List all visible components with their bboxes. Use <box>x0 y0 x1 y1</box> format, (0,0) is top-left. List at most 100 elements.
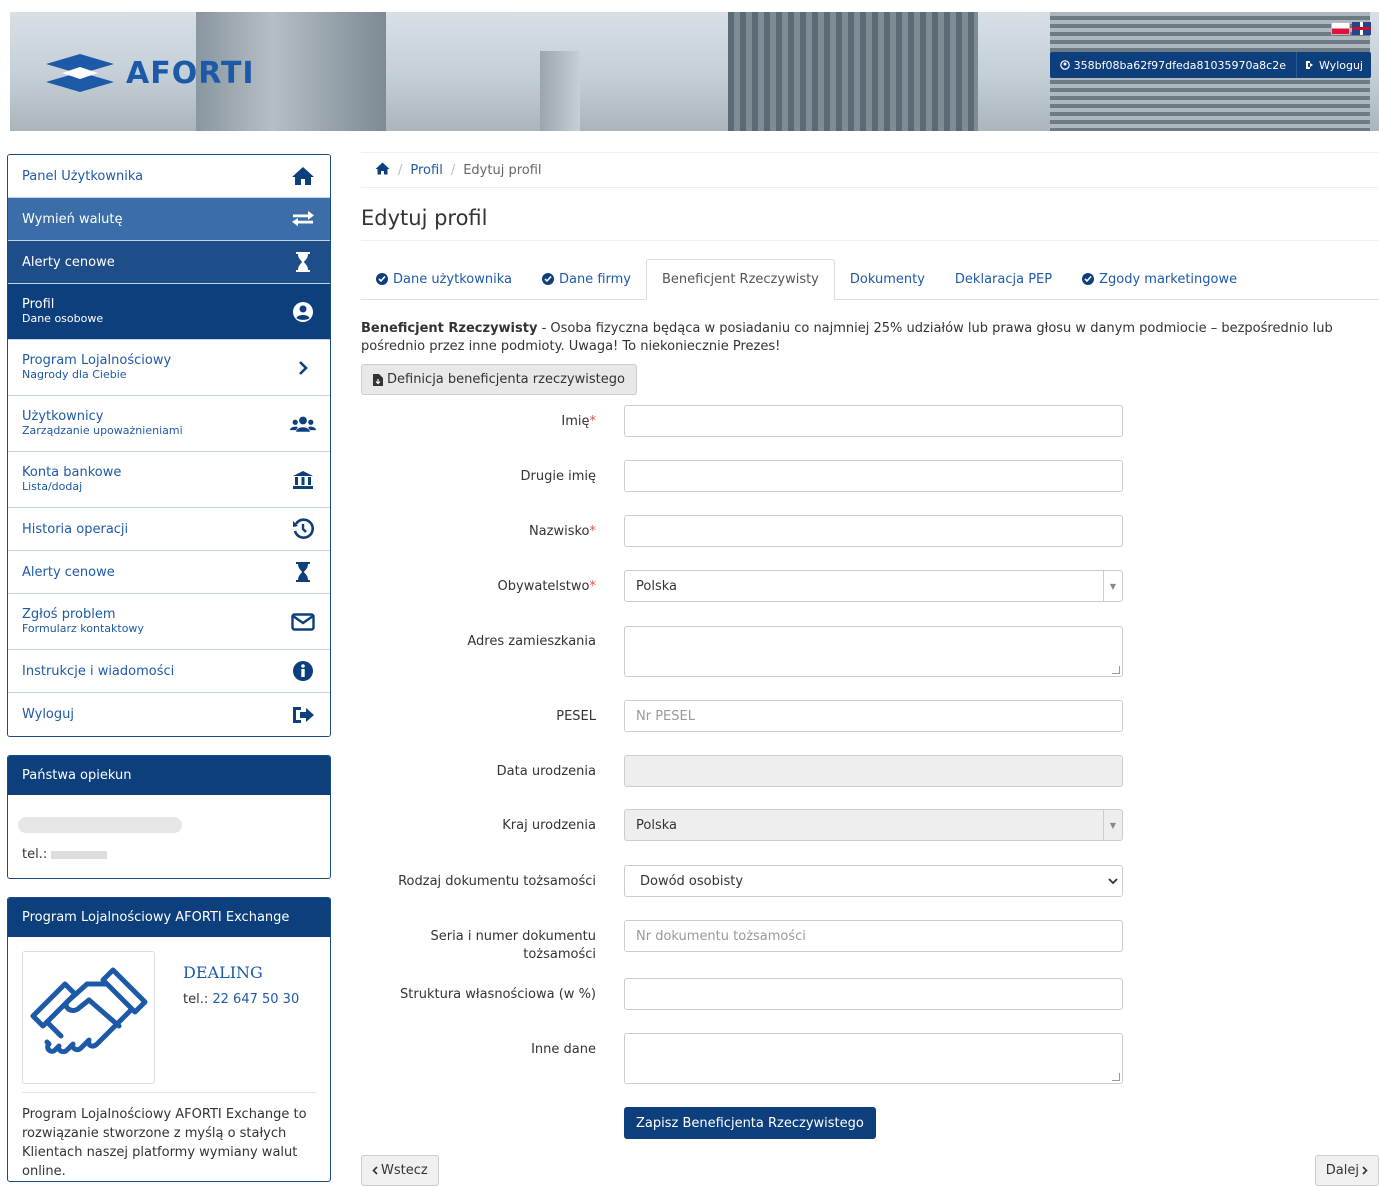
doc-number-input[interactable]: Nr dokumentu tożsamości <box>624 920 1123 952</box>
flag-uk-icon[interactable] <box>1352 22 1371 35</box>
sidebar-item-alerts[interactable]: Alerty cenowe <box>8 241 330 284</box>
tab-label: Beneficjent Rzeczywisty <box>661 272 819 287</box>
chevron-left-icon <box>372 1166 378 1175</box>
logo[interactable]: AFORTI <box>44 52 255 94</box>
breadcrumb-current: Edytuj profil <box>463 162 542 178</box>
pesel-input[interactable]: Nr PESEL <box>624 700 1123 732</box>
history-icon <box>290 518 316 540</box>
doc-type-select[interactable]: Dowód osobisty <box>624 865 1123 897</box>
flag-pl-icon[interactable] <box>1331 22 1350 35</box>
next-button[interactable]: Dalej <box>1314 1155 1379 1186</box>
sidebar-item-panel[interactable]: Panel Użytkownika <box>8 155 330 198</box>
back-button-label: Wstecz <box>381 1163 428 1178</box>
guardian-title: Państwa opiekun <box>8 756 330 795</box>
definition-button-label: Definicja beneficjenta rzeczywistego <box>387 372 625 387</box>
bank-icon <box>290 470 316 490</box>
sidebar-item-report-problem[interactable]: Zgłoś problem Formularz kontaktowy <box>8 594 330 650</box>
tab-label: Dokumenty <box>849 271 925 287</box>
tab-marketing-consents[interactable]: Zgody marketingowe <box>1067 259 1252 299</box>
guardian-tel-redacted <box>51 850 108 859</box>
tab-company-data[interactable]: Dane firmy <box>527 259 646 299</box>
ownership-label: Struktura własnościowa (w %) <box>400 987 596 1002</box>
breadcrumb-profile[interactable]: Profil <box>410 163 442 178</box>
hourglass-icon <box>290 561 316 583</box>
doc-number-label: Seria i numer dokumentu tożsamości <box>430 929 596 962</box>
loyalty-panel: Program Lojalnościowy AFORTI Exchange DE… <box>7 897 331 1182</box>
profile-tabs: Dane użytkownika Dane firmy Beneficjent … <box>361 259 1379 300</box>
dealing-tel-label: tel.: <box>183 992 209 1007</box>
resize-grip-icon[interactable] <box>1112 1073 1120 1081</box>
users-icon <box>290 414 316 434</box>
home-icon[interactable] <box>375 162 390 179</box>
sidebar-item-sublabel: Formularz kontaktowy <box>22 622 144 635</box>
ownership-input[interactable] <box>624 978 1123 1010</box>
birth-country-value: Polska <box>636 817 677 833</box>
sidebar-item-label: Wyloguj <box>22 707 74 722</box>
definition-button[interactable]: Definicja beneficjenta rzeczywistego <box>361 364 637 395</box>
user-id-link[interactable]: 358bf08ba62f97dfeda81035970a8c2e <box>1050 59 1296 72</box>
tab-label: Dane użytkownika <box>393 271 512 287</box>
beneficial-owner-description: Beneficjent Rzeczywisty - Osoba fizyczna… <box>361 320 1379 356</box>
resize-grip-icon[interactable] <box>1112 666 1120 674</box>
sidebar-item-instructions[interactable]: Instrukcje i wiadomości <box>8 650 330 693</box>
sidebar-item-history[interactable]: Historia operacji <box>8 508 330 551</box>
dealing-tel-link[interactable]: 22 647 50 30 <box>212 992 299 1007</box>
address-textarea[interactable] <box>624 626 1123 677</box>
user-circle-icon <box>290 301 316 323</box>
sidebar-item-logout[interactable]: Wyloguj <box>8 693 330 736</box>
sidebar-item-exchange[interactable]: Wymień walutę <box>8 198 330 241</box>
logout-link[interactable]: Wyloguj <box>1296 52 1371 78</box>
logout-label: Wyloguj <box>1319 58 1363 72</box>
language-switcher <box>1331 22 1371 35</box>
tab-user-data[interactable]: Dane użytkownika <box>361 259 527 299</box>
sidebar-item-label: Alerty cenowe <box>22 564 115 580</box>
sidebar-item-sublabel: Lista/dodaj <box>22 480 83 493</box>
tab-pep-declaration[interactable]: Deklaracja PEP <box>940 259 1067 299</box>
header-banner: AFORTI 358bf08ba62f97dfeda81035970a8c2e … <box>10 12 1379 131</box>
breadcrumb-separator: / <box>450 162 456 178</box>
sidebar-item-label: Historia operacji <box>22 521 129 537</box>
guardian-name-redacted <box>18 817 182 833</box>
main-content: / Profil / Edytuj profil Edytuj profil D… <box>361 152 1379 1186</box>
description-term: Beneficjent Rzeczywisty <box>361 321 538 336</box>
sidebar-item-profile[interactable]: Profil Dane osobowe <box>8 284 330 340</box>
required-mark: * <box>589 414 597 429</box>
sidebar-item-bank-accounts[interactable]: Konta bankowe Lista/dodaj <box>8 452 330 508</box>
chevron-down-icon <box>1108 878 1118 885</box>
sidebar-item-loyalty[interactable]: Program Lojalnościowy Nagrody dla Ciebie <box>8 340 330 396</box>
citizenship-label: Obywatelstwo* <box>497 579 596 594</box>
back-button[interactable]: Wstecz <box>361 1155 439 1186</box>
breadcrumb: / Profil / Edytuj profil <box>361 152 1379 188</box>
sidebar-item-label: Profil <box>22 297 55 312</box>
file-download-icon <box>373 373 383 386</box>
breadcrumb-separator: / <box>398 162 403 178</box>
other-textarea[interactable] <box>624 1033 1123 1084</box>
sidebar-item-alerts-2[interactable]: Alerty cenowe <box>8 551 330 594</box>
check-circle-icon <box>1082 273 1095 285</box>
first-name-label: Imię* <box>561 414 597 429</box>
tab-documents[interactable]: Dokumenty <box>835 259 940 299</box>
caret-down-icon: ▼ <box>1103 571 1122 601</box>
sidebar-menu: Panel Użytkownika Wymień walutę Alerty c… <box>7 154 331 737</box>
tab-beneficial-owner[interactable]: Beneficjent Rzeczywisty <box>645 259 835 300</box>
first-name-input[interactable] <box>624 405 1123 437</box>
sidebar-item-label: Zgłoś problem <box>22 607 116 622</box>
chevron-right-icon <box>290 360 316 375</box>
guardian-tel: tel.: <box>8 833 330 878</box>
dealing-tel: tel.: 22 647 50 30 <box>183 992 299 1007</box>
sidebar-item-users[interactable]: Użytkownicy Zarządzanie upoważnieniami <box>8 396 330 452</box>
sidebar-item-label: Panel Użytkownika <box>22 168 144 184</box>
citizenship-select[interactable]: Polska ▼ <box>624 570 1123 602</box>
doc-type-label: Rodzaj dokumentu tożsamości <box>398 874 596 889</box>
sidebar: Panel Użytkownika Wymień walutę Alerty c… <box>7 154 331 1182</box>
info-icon <box>290 660 316 682</box>
tab-label: Deklaracja PEP <box>954 271 1053 287</box>
last-name-input[interactable] <box>624 515 1123 547</box>
loyalty-title: Program Lojalnościowy AFORTI Exchange <box>8 898 330 937</box>
exchange-icon <box>290 210 316 228</box>
hourglass-icon <box>290 251 316 273</box>
logo-icon <box>46 54 114 92</box>
second-name-input[interactable] <box>624 460 1123 492</box>
save-beneficial-owner-button[interactable]: Zapisz Beneficjenta Rzeczywistego <box>624 1107 876 1139</box>
envelope-icon <box>290 612 316 631</box>
